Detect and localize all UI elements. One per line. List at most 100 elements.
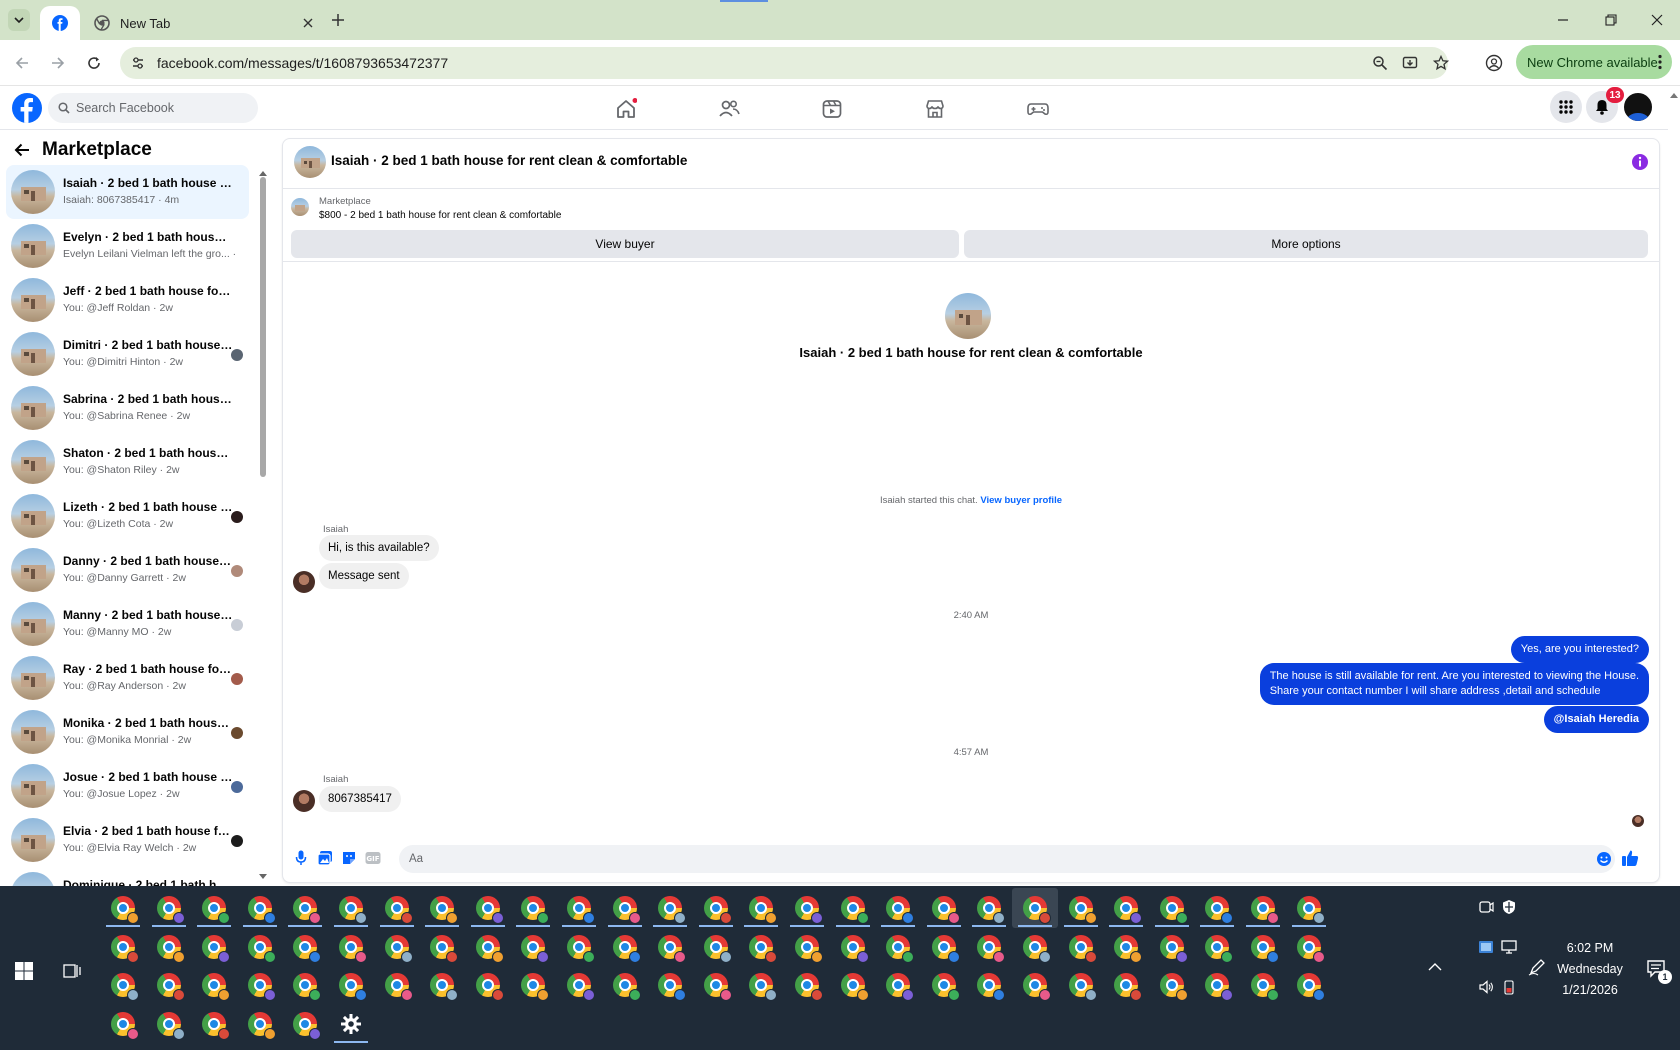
chrome-profile-taskbar-button[interactable] [738,888,784,928]
chat-list-item[interactable]: Josue · 2 bed 1 bath house fo... You: @Jo… [6,759,249,813]
new-tab-button[interactable] [328,10,348,30]
chrome-profile-taskbar-button[interactable] [1286,965,1332,1005]
meet-now-icon[interactable] [1477,898,1495,916]
chrome-profile-taskbar-button[interactable] [830,888,876,928]
chat-list-item[interactable]: Sabrina · 2 bed 1 bath house for... You: … [6,381,249,435]
chrome-profile-taskbar-button[interactable] [419,888,465,928]
chat-list-scrollbar[interactable] [260,177,266,477]
chrome-profile-taskbar-button[interactable] [830,927,876,967]
chrome-profile-taskbar-button[interactable] [1012,888,1058,928]
taskbar-clock[interactable]: 6:02 PM Wednesday 1/21/2026 [1550,938,1630,1001]
facebook-search-input[interactable]: Search Facebook [48,93,258,123]
chrome-profile-taskbar-button[interactable] [966,888,1012,928]
chrome-profile-taskbar-button[interactable] [556,965,602,1005]
more-options-button[interactable]: More options [964,230,1648,258]
chrome-profile-taskbar-button[interactable] [647,965,693,1005]
sender-avatar[interactable] [293,571,315,593]
chrome-profile-taskbar-button[interactable] [237,965,283,1005]
close-tab-icon[interactable] [300,15,316,31]
emoji-icon[interactable] [1597,852,1611,866]
chrome-profile-taskbar-button[interactable] [282,1004,328,1044]
chrome-profile-taskbar-button[interactable] [1240,927,1286,967]
chat-list-item[interactable]: Isaiah · 2 bed 1 bath house for r... Isai… [6,165,249,219]
chrome-profile-taskbar-button[interactable] [556,888,602,928]
chrome-profile-taskbar-button[interactable] [1103,927,1149,967]
facebook-logo-icon[interactable] [12,93,42,123]
chrome-profile-taskbar-button[interactable] [784,927,830,967]
chat-list-item[interactable]: Manny · 2 bed 1 bath house f... You: @Man… [6,597,249,651]
chrome-profile-taskbar-button[interactable] [966,965,1012,1005]
chrome-profile-taskbar-button[interactable] [784,965,830,1005]
chrome-profile-taskbar-button[interactable] [647,927,693,967]
chrome-profile-taskbar-button[interactable] [1103,888,1149,928]
nav-marketplace[interactable] [923,97,947,121]
view-buyer-button[interactable]: View buyer [291,230,959,258]
chrome-profile-taskbar-button[interactable] [693,965,739,1005]
chat-list-item[interactable]: Monika · 2 bed 1 bath house ... You: @Mon… [6,705,249,759]
account-avatar[interactable] [1622,91,1654,123]
chrome-profile-taskbar-button[interactable] [556,927,602,967]
chrome-profile-taskbar-button[interactable] [784,888,830,928]
chrome-profile-taskbar-button[interactable] [693,888,739,928]
chrome-profile-taskbar-button[interactable] [374,927,420,967]
chrome-profile-taskbar-button[interactable] [328,888,374,928]
page-scrollbar[interactable] [1668,86,1680,886]
sender-avatar[interactable] [293,790,315,812]
address-bar[interactable]: facebook.com/messages/t/1608793653472377 [120,47,1449,79]
chrome-update-button[interactable]: New Chrome available [1516,45,1672,79]
chrome-profile-taskbar-button[interactable] [738,965,784,1005]
chrome-profile-taskbar-button[interactable] [602,927,648,967]
chrome-profile-taskbar-button[interactable] [1149,965,1195,1005]
conversation-title[interactable]: Isaiah · 2 bed 1 bath house for rent cle… [331,153,687,168]
chrome-profile-taskbar-button[interactable] [237,1004,283,1044]
chrome-profile-taskbar-button[interactable] [1194,965,1240,1005]
chrome-profile-taskbar-button[interactable] [191,1004,237,1044]
chrome-profile-taskbar-button[interactable] [1194,927,1240,967]
chrome-profile-taskbar-button[interactable] [191,965,237,1005]
chrome-profile-taskbar-button[interactable] [510,927,556,967]
chrome-profile-taskbar-button[interactable] [328,965,374,1005]
chrome-profile-taskbar-button[interactable] [875,927,921,967]
message-outgoing[interactable]: Yes, are you interested? [1510,636,1649,663]
message-input[interactable]: Aa [399,845,1615,873]
chrome-profile-taskbar-button[interactable] [100,888,146,928]
view-buyer-profile-link[interactable]: View buyer profile [980,495,1062,506]
chrome-profile-taskbar-button[interactable] [100,965,146,1005]
chrome-profile-taskbar-button[interactable] [738,927,784,967]
chrome-profile-taskbar-button[interactable] [1103,965,1149,1005]
chrome-profile-taskbar-button[interactable] [146,927,192,967]
chrome-profile-taskbar-button[interactable] [921,888,967,928]
chrome-profile-taskbar-button[interactable] [1058,927,1104,967]
message-outgoing[interactable]: The house is still available for rent. A… [1259,663,1649,705]
chrome-profile-taskbar-button[interactable] [1240,888,1286,928]
chat-list-item[interactable]: Dominique · 2 bed 1 bath hous... [6,867,249,886]
nav-video[interactable] [820,97,844,121]
security-shield-icon[interactable] [1500,898,1518,916]
nav-home[interactable] [614,97,638,121]
chrome-profile-taskbar-button[interactable] [1012,927,1058,967]
chrome-profile-taskbar-button[interactable] [693,927,739,967]
chrome-profile-taskbar-button[interactable] [237,927,283,967]
chrome-profile-taskbar-button[interactable] [465,888,511,928]
thumbs-up-icon[interactable] [1621,849,1639,867]
chrome-profile-taskbar-button[interactable] [419,965,465,1005]
message-incoming[interactable]: Message sent [319,563,409,589]
volume-icon[interactable] [1477,978,1495,996]
chrome-profile-taskbar-button[interactable] [328,927,374,967]
chat-list-item[interactable]: Ray · 2 bed 1 bath house for r... You: @R… [6,651,249,705]
gif-icon[interactable]: GIF [365,850,381,866]
forward-button[interactable] [46,51,70,75]
display-icon[interactable] [1500,938,1518,956]
restore-button[interactable] [1588,6,1634,34]
chrome-profile-taskbar-button[interactable] [419,927,465,967]
chrome-profile-taskbar-button[interactable] [1194,888,1240,928]
nav-friends[interactable] [717,97,741,121]
chrome-profile-taskbar-button[interactable] [510,888,556,928]
settings-taskbar-button[interactable] [328,1004,374,1044]
chat-list-item[interactable]: Dimitri · 2 bed 1 bath house f... You: @D… [6,327,249,381]
chrome-profile-taskbar-button[interactable] [1240,965,1286,1005]
tab-new-tab[interactable]: New Tab [86,6,316,40]
chrome-profile-taskbar-button[interactable] [966,927,1012,967]
minimize-button[interactable] [1540,6,1586,34]
chrome-profile-taskbar-button[interactable] [1012,965,1058,1005]
